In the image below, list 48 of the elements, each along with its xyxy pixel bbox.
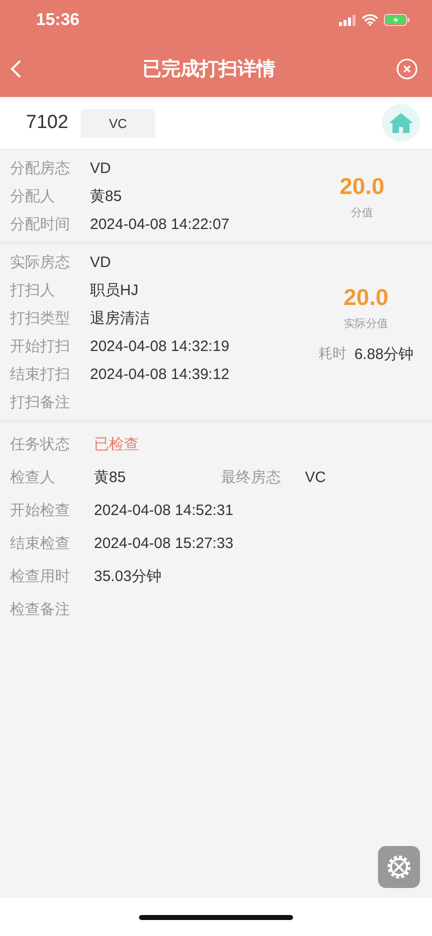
field-label: 检查备注: [10, 600, 71, 619]
field-value: 2024-04-08 14:22:07: [90, 216, 230, 232]
score-label: 实际分值: [344, 316, 388, 331]
score-value: 20.0: [344, 284, 388, 311]
field-value: VC: [305, 469, 326, 486]
room-number: 7102: [26, 112, 70, 134]
home-icon: [388, 112, 414, 134]
field-value: 35.03分钟: [94, 567, 163, 586]
battery-icon: [384, 14, 410, 26]
field-value: VD: [90, 254, 111, 270]
field-value: VD: [90, 160, 111, 176]
field-label: 打扫备注: [10, 392, 71, 412]
field-value: 退房清洁: [90, 308, 150, 328]
close-icon[interactable]: [396, 58, 418, 80]
field-label: 检查人: [10, 468, 56, 487]
field-label: 最终房态: [221, 468, 282, 487]
page-title: 已完成打扫详情: [142, 58, 276, 82]
field-value: 2024-04-08 14:52:31: [94, 502, 234, 519]
field-value: 黄85: [94, 468, 127, 487]
field-value: 2024-04-08 14:32:19: [90, 338, 230, 354]
field-label: 打扫人: [10, 280, 56, 300]
field-label: 开始打扫: [10, 336, 71, 356]
field-label: 分配人: [10, 186, 56, 206]
field-label: 任务状态: [10, 435, 71, 454]
duration-value: 6.88分钟: [354, 345, 414, 364]
room-status-tag: VC: [81, 108, 155, 138]
field-value: 职员HJ: [90, 280, 138, 300]
wifi-icon: [362, 14, 378, 26]
field-label: 分配房态: [10, 158, 71, 178]
field-label: 结束检查: [10, 534, 71, 553]
score-value: 20.0: [340, 172, 384, 200]
field-label: 实际房态: [10, 252, 71, 272]
back-icon[interactable]: [10, 58, 22, 78]
field-value: 黄85: [90, 186, 122, 206]
field-value: 2024-04-08 14:39:12: [90, 366, 230, 382]
score-label: 分值: [351, 206, 373, 220]
home-button[interactable]: [382, 104, 420, 142]
field-label: 分配时间: [10, 214, 71, 234]
signal-icon: [339, 14, 356, 26]
field-label: 打扫类型: [10, 308, 71, 328]
status-value: 已检查: [94, 435, 140, 454]
field-value: 2024-04-08 15:27:33: [94, 535, 234, 552]
duration-label: 耗时: [318, 345, 346, 363]
field-label: 检查用时: [10, 567, 71, 586]
field-label: 结束打扫: [10, 364, 71, 384]
tools-button[interactable]: [378, 846, 420, 888]
status-time: 15:36: [36, 10, 80, 30]
field-label: 开始检查: [10, 501, 71, 520]
